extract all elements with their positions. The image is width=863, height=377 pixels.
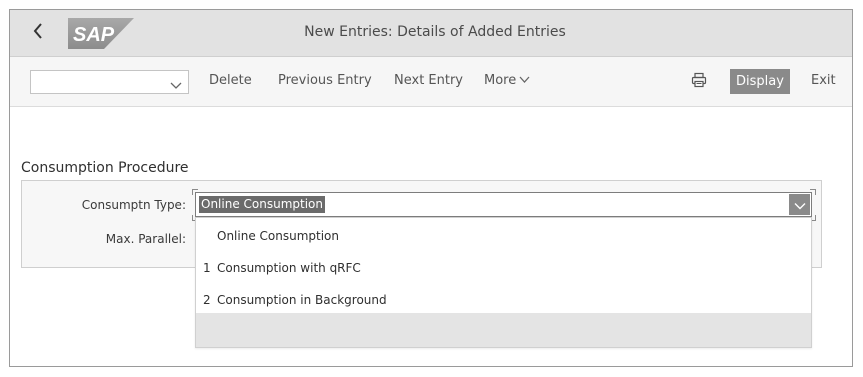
focus-corner <box>192 189 198 195</box>
next-entry-button[interactable]: Next Entry <box>394 73 463 88</box>
shell-bar: SAP New Entries: Details of Added Entrie… <box>10 10 852 57</box>
chevron-down-icon <box>794 195 806 214</box>
consumption-type-label: Consumptn Type: <box>81 198 186 212</box>
exit-button[interactable]: Exit <box>811 73 836 88</box>
delete-button[interactable]: Delete <box>209 73 252 88</box>
dropdown-option-background[interactable]: 2 Consumption in Background <box>196 284 811 316</box>
print-icon[interactable] <box>691 72 707 92</box>
more-button[interactable]: More <box>484 73 530 88</box>
chevron-down-icon <box>519 73 530 88</box>
dropdown-option-online[interactable]: Online Consumption <box>196 220 811 252</box>
consumption-type-value: Online Consumption <box>199 196 325 213</box>
dropdown-footer <box>196 313 811 347</box>
sap-window: SAP New Entries: Details of Added Entrie… <box>9 9 853 367</box>
toolbar-select[interactable] <box>30 70 189 94</box>
dropdown-toggle-button[interactable] <box>789 194 810 215</box>
option-label: Consumption in Background <box>217 293 387 307</box>
consumption-type-combobox[interactable]: Online Consumption <box>195 192 812 217</box>
option-label: Online Consumption <box>217 229 339 243</box>
section-title: Consumption Procedure <box>21 160 189 176</box>
page-title: New Entries: Details of Added Entries <box>304 24 566 40</box>
option-key: 1 <box>203 261 211 275</box>
focus-corner <box>810 189 816 195</box>
option-key: 2 <box>203 293 211 307</box>
option-label: Consumption with qRFC <box>217 261 361 275</box>
previous-entry-button[interactable]: Previous Entry <box>278 73 372 88</box>
more-label: More <box>484 73 517 88</box>
max-parallel-label: Max. Parallel: <box>105 232 186 246</box>
display-button[interactable]: Display <box>730 69 790 94</box>
application-toolbar: Delete Previous Entry Next Entry More Di… <box>10 57 852 107</box>
dropdown-option-qrfc[interactable]: 1 Consumption with qRFC <box>196 252 811 284</box>
chevron-down-icon <box>170 76 182 95</box>
consumption-type-dropdown: Online Consumption 1 Consumption with qRF… <box>195 217 812 348</box>
